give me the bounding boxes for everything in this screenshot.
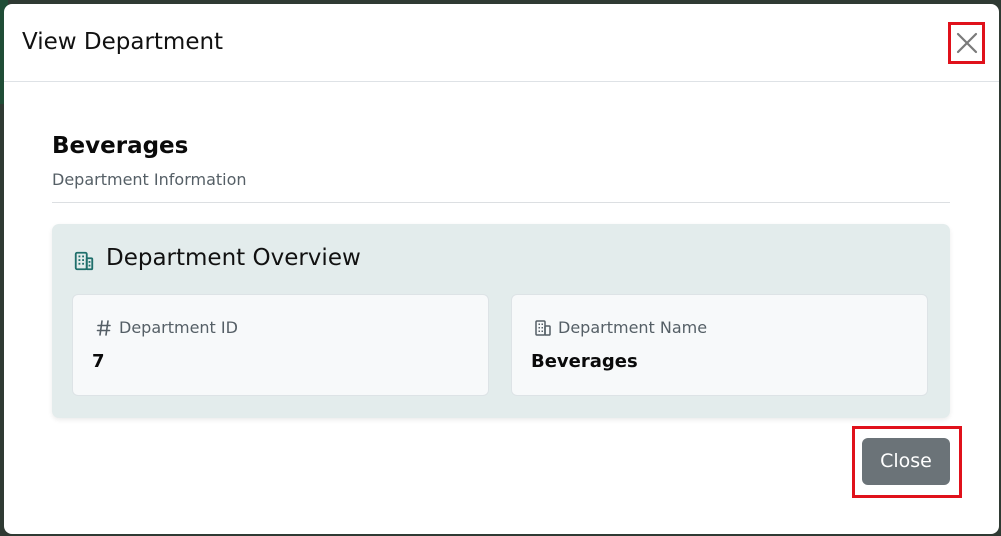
department-name-value: Beverages — [531, 351, 638, 372]
view-department-modal: View Department Beverages Department Inf… — [4, 4, 999, 534]
close-icon-button[interactable] — [948, 22, 985, 64]
hash-icon — [96, 320, 111, 336]
modal-title: View Department — [22, 29, 224, 55]
department-subtitle: Department Information — [52, 170, 247, 189]
building-icon — [535, 320, 551, 336]
department-id-label: Department ID — [95, 317, 238, 339]
department-name-label: Department Name — [534, 317, 707, 339]
department-name-heading: Beverages — [52, 133, 189, 159]
department-id-label-text: Department ID — [119, 318, 238, 337]
modal-header: View Department — [4, 4, 999, 82]
department-id-box: Department ID 7 — [72, 294, 489, 396]
department-overview-card: Department Overview Department ID 7 Depa… — [52, 224, 950, 418]
divider — [52, 202, 950, 203]
overview-title: Department Overview — [106, 245, 361, 271]
close-icon — [956, 32, 977, 54]
building-icon — [74, 251, 94, 271]
department-name-box: Department Name Beverages — [511, 294, 928, 396]
department-name-label-text: Department Name — [558, 318, 708, 337]
department-id-value: 7 — [92, 351, 105, 372]
close-button[interactable]: Close — [862, 438, 950, 485]
